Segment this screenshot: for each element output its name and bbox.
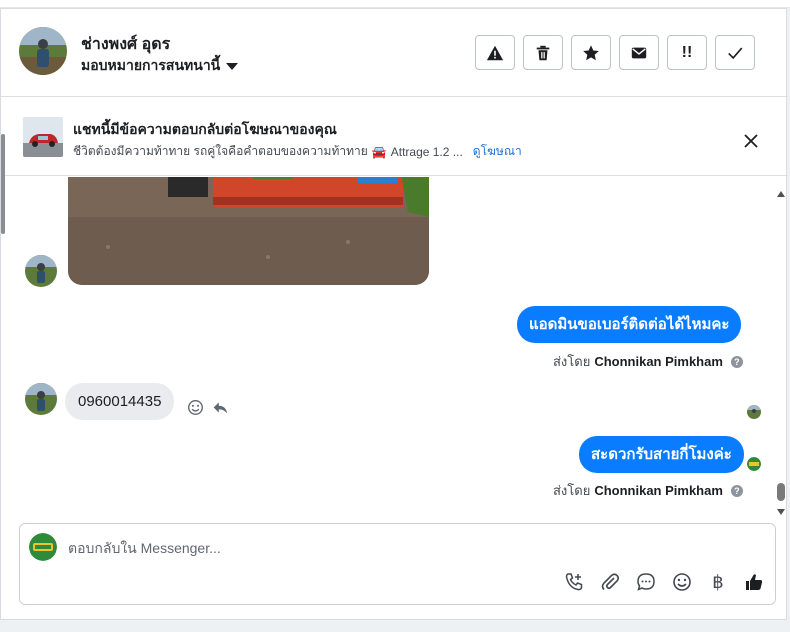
envelope-icon	[631, 47, 647, 58]
left-edge-bar	[1, 134, 5, 234]
sent-by-name: Chonnikan Pimkham	[594, 483, 723, 498]
spam-button[interactable]	[475, 35, 515, 70]
chat-bubble-icon	[637, 573, 655, 591]
contact-avatar-small[interactable]	[25, 255, 57, 287]
message-thread: แอดมินขอเบอร์ติดต่อได้ไหมคะ ส่งโดย Chonn…	[1, 177, 788, 519]
thread-scrollbar[interactable]	[775, 187, 787, 519]
mark-unread-button[interactable]	[619, 35, 659, 70]
ad-subtitle-car: Attrage 1.2 ...	[390, 144, 463, 159]
message-composer: ฿	[19, 523, 776, 605]
sent-by-prefix: ส่งโดย	[553, 483, 591, 498]
ad-banner-title: แชทนี้มีข้อความตอบกลับต่อโฆษณาของคุณ	[73, 121, 337, 137]
incoming-message[interactable]: 0960014435	[65, 383, 175, 420]
seen-avatar	[747, 405, 761, 419]
shared-photo[interactable]	[68, 177, 429, 285]
emoji-button[interactable]	[671, 571, 693, 593]
call-button[interactable]	[563, 571, 585, 593]
top-strip	[0, 0, 790, 8]
help-icon[interactable]: ?	[730, 484, 743, 497]
done-button[interactable]	[715, 35, 755, 70]
caret-down-icon	[226, 62, 239, 70]
scroll-down-arrow-icon[interactable]	[777, 509, 785, 515]
thumbs-up-icon	[746, 574, 763, 590]
composer-toolbar: ฿	[563, 571, 765, 593]
car-emoji-icon: 🚘	[371, 144, 387, 159]
reply-input[interactable]	[68, 538, 748, 558]
page-avatar	[29, 533, 57, 561]
sent-by-name: Chonnikan Pimkham	[594, 354, 723, 369]
ad-thumbnail[interactable]	[23, 117, 63, 157]
delete-button[interactable]	[523, 35, 563, 70]
follow-up-icon: !!	[681, 43, 693, 61]
phone-plus-icon	[565, 573, 583, 591]
baht-icon: ฿	[712, 571, 724, 593]
saved-replies-button[interactable]	[635, 571, 657, 593]
smiley-icon	[673, 573, 691, 591]
conversation-header: ช่างพงศ์ อุดร มอบหมายการสนทนานี้ !!	[1, 9, 788, 97]
assign-conversation-dropdown[interactable]: มอบหมายการสนทนานี้	[81, 55, 239, 77]
payment-button[interactable]: ฿	[707, 571, 729, 593]
outgoing-message[interactable]: แอดมินขอเบอร์ติดต่อได้ไหมคะ	[517, 306, 742, 343]
star-icon	[583, 44, 599, 60]
like-button[interactable]	[743, 571, 765, 593]
attach-button[interactable]	[599, 571, 621, 593]
sent-by-prefix: ส่งโดย	[553, 354, 591, 369]
trash-icon	[536, 45, 550, 60]
scroll-up-arrow-icon[interactable]	[777, 191, 785, 197]
view-ad-link[interactable]: ดูโฆษณา	[473, 142, 522, 161]
contact-avatar[interactable]	[19, 27, 67, 75]
ad-banner-subtitle: ชีวิตต้องมีความท้าทาย รถคู่ใจคือคำตอบของ…	[73, 142, 522, 161]
ad-reply-banner: แชทนี้มีข้อความตอบกลับต่อโฆษณาของคุณ ชีว…	[1, 97, 788, 176]
scroll-thumb[interactable]	[777, 483, 785, 501]
conversation-actions: !!	[475, 35, 755, 70]
warning-icon	[486, 45, 504, 60]
assign-label: มอบหมายการสนทนานี้	[81, 57, 221, 73]
conversation-panel: ช่างพงศ์ อุดร มอบหมายการสนทนานี้ !! แชทน…	[0, 8, 788, 620]
page-avatar-small	[747, 457, 761, 471]
contact-name[interactable]: ช่างพงศ์ อุดร	[81, 32, 170, 57]
reply-icon[interactable]	[212, 399, 229, 416]
follow-up-button[interactable]: !!	[667, 35, 707, 70]
paperclip-icon	[601, 573, 620, 591]
close-banner-button[interactable]	[741, 131, 761, 151]
outgoing-message[interactable]: สะดวกรับสายกี่โมงค่ะ	[579, 436, 744, 473]
sent-by-label: ส่งโดย Chonnikan Pimkham ?	[553, 480, 743, 501]
sent-by-label: ส่งโดย Chonnikan Pimkham ?	[553, 351, 743, 372]
ad-subtitle-text: ชีวิตต้องมีความท้าทาย รถคู่ใจคือคำตอบของ…	[73, 144, 368, 158]
close-icon	[744, 134, 758, 148]
react-emoji-icon[interactable]	[187, 399, 204, 416]
star-button[interactable]	[571, 35, 611, 70]
message-tools	[187, 399, 229, 416]
check-icon	[728, 47, 743, 59]
help-icon[interactable]: ?	[730, 355, 743, 368]
contact-avatar-small[interactable]	[25, 383, 57, 415]
